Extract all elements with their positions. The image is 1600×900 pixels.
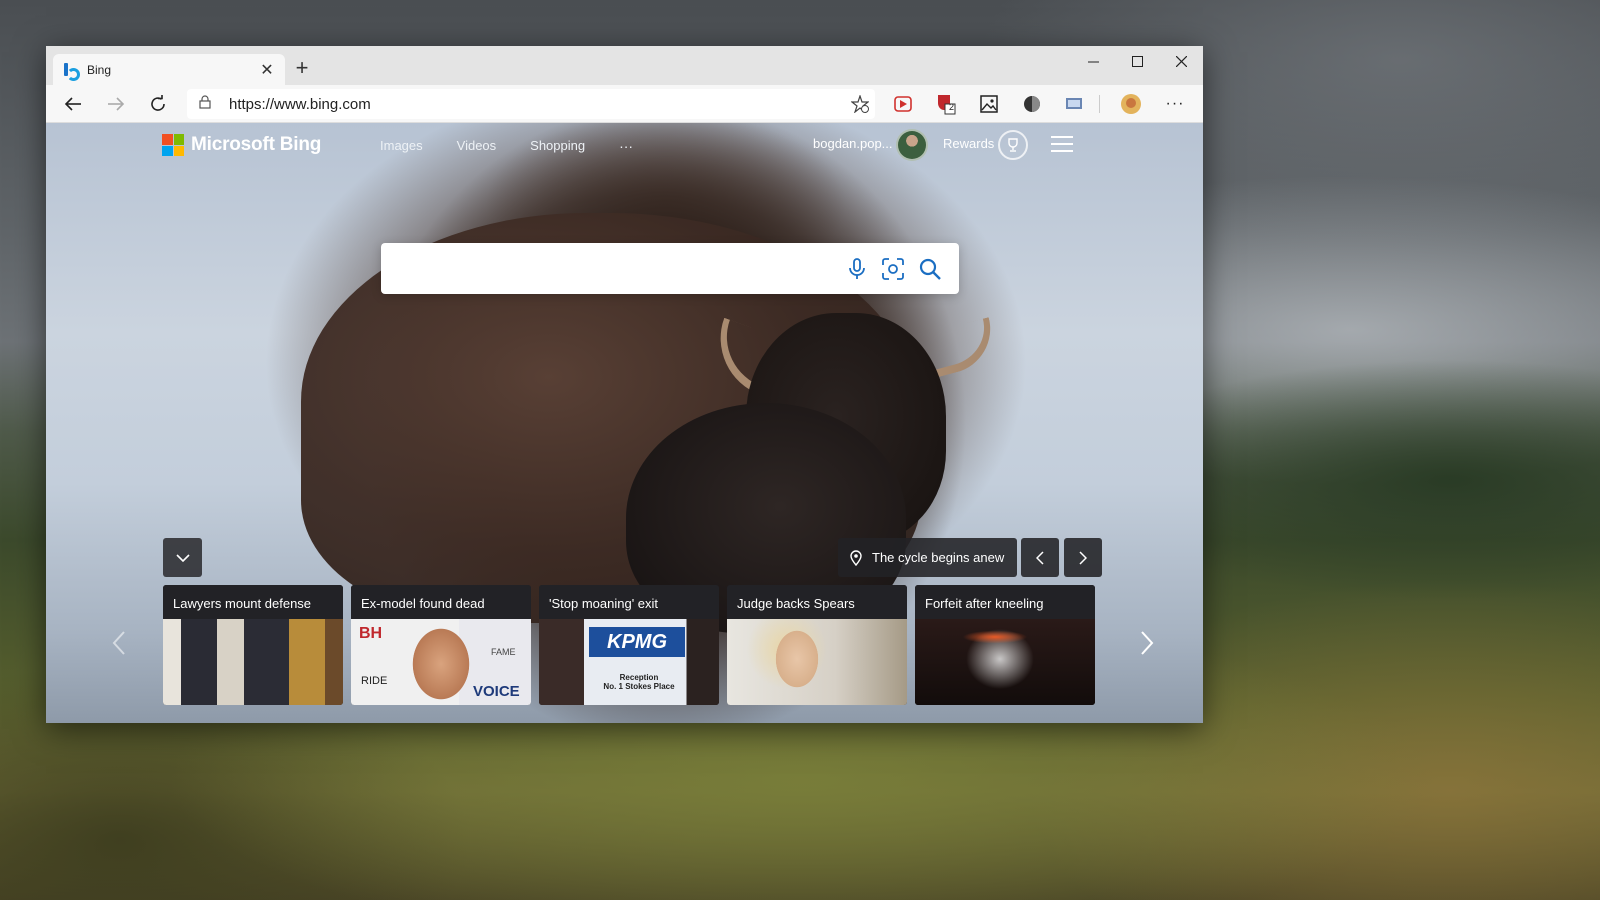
- close-window-button[interactable]: [1159, 46, 1203, 76]
- rewards-trophy-icon[interactable]: [998, 130, 1028, 160]
- news-card[interactable]: Forfeit after kneeling: [915, 585, 1095, 705]
- image-title: The cycle begins anew: [872, 550, 1005, 565]
- search-icon[interactable]: [916, 255, 944, 283]
- previous-image-button[interactable]: [1021, 538, 1059, 577]
- maximize-button[interactable]: [1115, 46, 1159, 76]
- bing-logo[interactable]: Microsoft Bing: [162, 134, 321, 156]
- news-next-arrow[interactable]: [1132, 623, 1162, 663]
- news-card-title: 'Stop moaning' exit: [539, 585, 719, 619]
- tab-close-icon[interactable]: ✕: [259, 60, 275, 80]
- minimize-button[interactable]: [1071, 46, 1115, 76]
- user-name[interactable]: bogdan.pop...: [813, 136, 893, 151]
- news-card-image: [727, 619, 907, 705]
- news-card-title: Lawyers mount defense: [163, 585, 343, 619]
- news-image-text: Reception No. 1 Stokes Place: [603, 673, 675, 691]
- ms-square-blue: [162, 145, 173, 156]
- visual-search-icon[interactable]: [879, 255, 907, 283]
- news-image-text: FAME: [491, 647, 516, 657]
- user-avatar[interactable]: [896, 129, 928, 161]
- close-icon: [1175, 55, 1187, 67]
- address-bar[interactable]: https://www.bing.com: [187, 89, 875, 119]
- bing-nav-links: Images Videos Shopping ···: [380, 138, 633, 154]
- news-image-text: VOICE: [473, 683, 520, 700]
- extension-badge: 2: [949, 102, 955, 112]
- ms-square-green: [173, 134, 184, 145]
- favorite-star-icon[interactable]: [845, 95, 875, 113]
- title-bar: Bing ✕ +: [46, 46, 1203, 85]
- toolbar-divider: [1099, 95, 1100, 113]
- nav-more-button[interactable]: ···: [619, 138, 633, 154]
- window-controls: [1071, 46, 1203, 76]
- ms-square-red: [162, 134, 173, 145]
- nav-images[interactable]: Images: [380, 138, 423, 154]
- ms-square-yellow: [173, 145, 184, 156]
- chevron-down-icon: [175, 553, 190, 562]
- news-card-image: [915, 619, 1095, 705]
- news-image-text: BH: [359, 625, 383, 642]
- news-card-title: Ex-model found dead: [351, 585, 531, 619]
- news-card[interactable]: 'Stop moaning' exit KPMG Reception No. 1…: [539, 585, 719, 705]
- microsoft-logo-icon: [162, 134, 184, 156]
- extension-screen-icon[interactable]: [1060, 90, 1088, 118]
- logo-text: Microsoft Bing: [191, 134, 322, 155]
- back-button[interactable]: [56, 89, 90, 119]
- chevron-left-icon: [1036, 550, 1044, 565]
- extension-circle-icon[interactable]: [1018, 90, 1046, 118]
- nav-shopping[interactable]: Shopping: [530, 138, 585, 154]
- news-image-text: KPMG: [589, 627, 685, 657]
- news-image-text: RIDE: [361, 675, 388, 687]
- more-menu-button[interactable]: ···: [1161, 90, 1189, 118]
- news-card[interactable]: Ex-model found dead BH RIDE FAME VOICE: [351, 585, 531, 705]
- search-input[interactable]: [395, 243, 825, 294]
- maximize-icon: [1131, 55, 1143, 67]
- browser-tab[interactable]: Bing ✕: [53, 54, 285, 85]
- microphone-icon[interactable]: [843, 255, 871, 283]
- news-carousel: Lawyers mount defense Ex-model found dea…: [163, 585, 1103, 705]
- hamburger-line: [1051, 150, 1073, 152]
- refresh-icon: [151, 95, 165, 111]
- news-card-title: Forfeit after kneeling: [915, 585, 1095, 619]
- lock-icon: [199, 94, 215, 114]
- bing-top-nav: Microsoft Bing Images Videos Shopping ··…: [46, 123, 1203, 169]
- extension-image-icon[interactable]: [975, 90, 1003, 118]
- hamburger-line: [1051, 136, 1073, 138]
- news-card-image: BH RIDE FAME VOICE: [351, 619, 531, 705]
- collapse-feed-button[interactable]: [163, 538, 202, 577]
- minimize-icon: [1087, 61, 1099, 62]
- profile-avatar-icon[interactable]: [1117, 90, 1145, 118]
- refresh-button[interactable]: [141, 89, 175, 119]
- hamburger-line: [1051, 143, 1073, 145]
- news-card-image: KPMG Reception No. 1 Stokes Place: [539, 619, 719, 705]
- chevron-left-icon: [112, 631, 125, 655]
- news-card-title: Judge backs Spears: [727, 585, 907, 619]
- browser-toolbar: https://www.bing.com 2 ···: [46, 85, 1203, 123]
- browser-window: Bing ✕ + https://www.bing.com 2 ··· Micr…: [46, 46, 1203, 723]
- back-arrow-icon: [64, 97, 81, 111]
- rewards-label[interactable]: Rewards: [943, 136, 994, 151]
- news-card[interactable]: Lawyers mount defense: [163, 585, 343, 705]
- tab-title: Bing: [87, 62, 112, 77]
- search-box: [381, 243, 959, 294]
- location-pin-icon: [850, 549, 862, 566]
- news-card-image: [163, 619, 343, 705]
- forward-button[interactable]: [99, 89, 133, 119]
- extension-video-icon[interactable]: [889, 90, 917, 118]
- nav-videos[interactable]: Videos: [457, 138, 497, 154]
- bing-homepage: Microsoft Bing Images Videos Shopping ··…: [46, 123, 1203, 723]
- bing-favicon-icon: [63, 62, 80, 81]
- forward-arrow-icon: [108, 97, 125, 111]
- image-info-button[interactable]: The cycle begins anew: [838, 538, 1017, 577]
- next-image-button[interactable]: [1064, 538, 1102, 577]
- extension-shield-icon[interactable]: 2: [932, 90, 960, 118]
- new-tab-button[interactable]: +: [290, 57, 314, 81]
- hamburger-menu-icon[interactable]: [1051, 136, 1073, 154]
- news-card[interactable]: Judge backs Spears: [727, 585, 907, 705]
- url-text: https://www.bing.com: [229, 95, 371, 113]
- chevron-right-icon: [1141, 631, 1154, 655]
- news-prev-arrow[interactable]: [104, 623, 134, 663]
- chevron-right-icon: [1079, 550, 1087, 565]
